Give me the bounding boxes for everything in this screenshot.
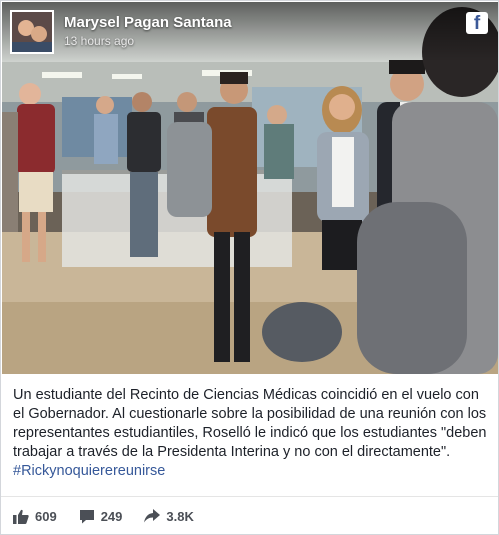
comment-icon <box>79 509 94 523</box>
like-count: 609 <box>35 508 57 524</box>
post-timestamp[interactable]: 13 hours ago <box>64 34 134 48</box>
comment-stat[interactable]: 249 <box>79 508 123 524</box>
post-card: Marysel Pagan Santana 13 hours ago f Un … <box>0 0 499 535</box>
caption-text: Un estudiante del Recinto de Ciencias Mé… <box>13 387 487 460</box>
facebook-icon[interactable]: f <box>466 12 488 34</box>
avatar[interactable] <box>10 10 54 54</box>
share-stat[interactable]: 3.8K <box>144 508 194 524</box>
thumbs-up-icon <box>13 509 29 524</box>
share-arrow-icon <box>144 509 161 523</box>
header-overlay <box>2 2 498 62</box>
divider <box>1 496 498 497</box>
post-stats: 609 249 3.8K <box>13 506 194 526</box>
post-photo[interactable]: Marysel Pagan Santana 13 hours ago f <box>2 2 498 374</box>
hashtag-link[interactable]: #Rickynoquierereunirse <box>13 462 491 481</box>
post-caption: Un estudiante del Recinto de Ciencias Mé… <box>13 386 491 481</box>
comment-count: 249 <box>100 508 123 524</box>
author-name[interactable]: Marysel Pagan Santana <box>64 14 232 31</box>
share-count: 3.8K <box>166 508 194 524</box>
like-stat[interactable]: 609 <box>13 509 57 524</box>
